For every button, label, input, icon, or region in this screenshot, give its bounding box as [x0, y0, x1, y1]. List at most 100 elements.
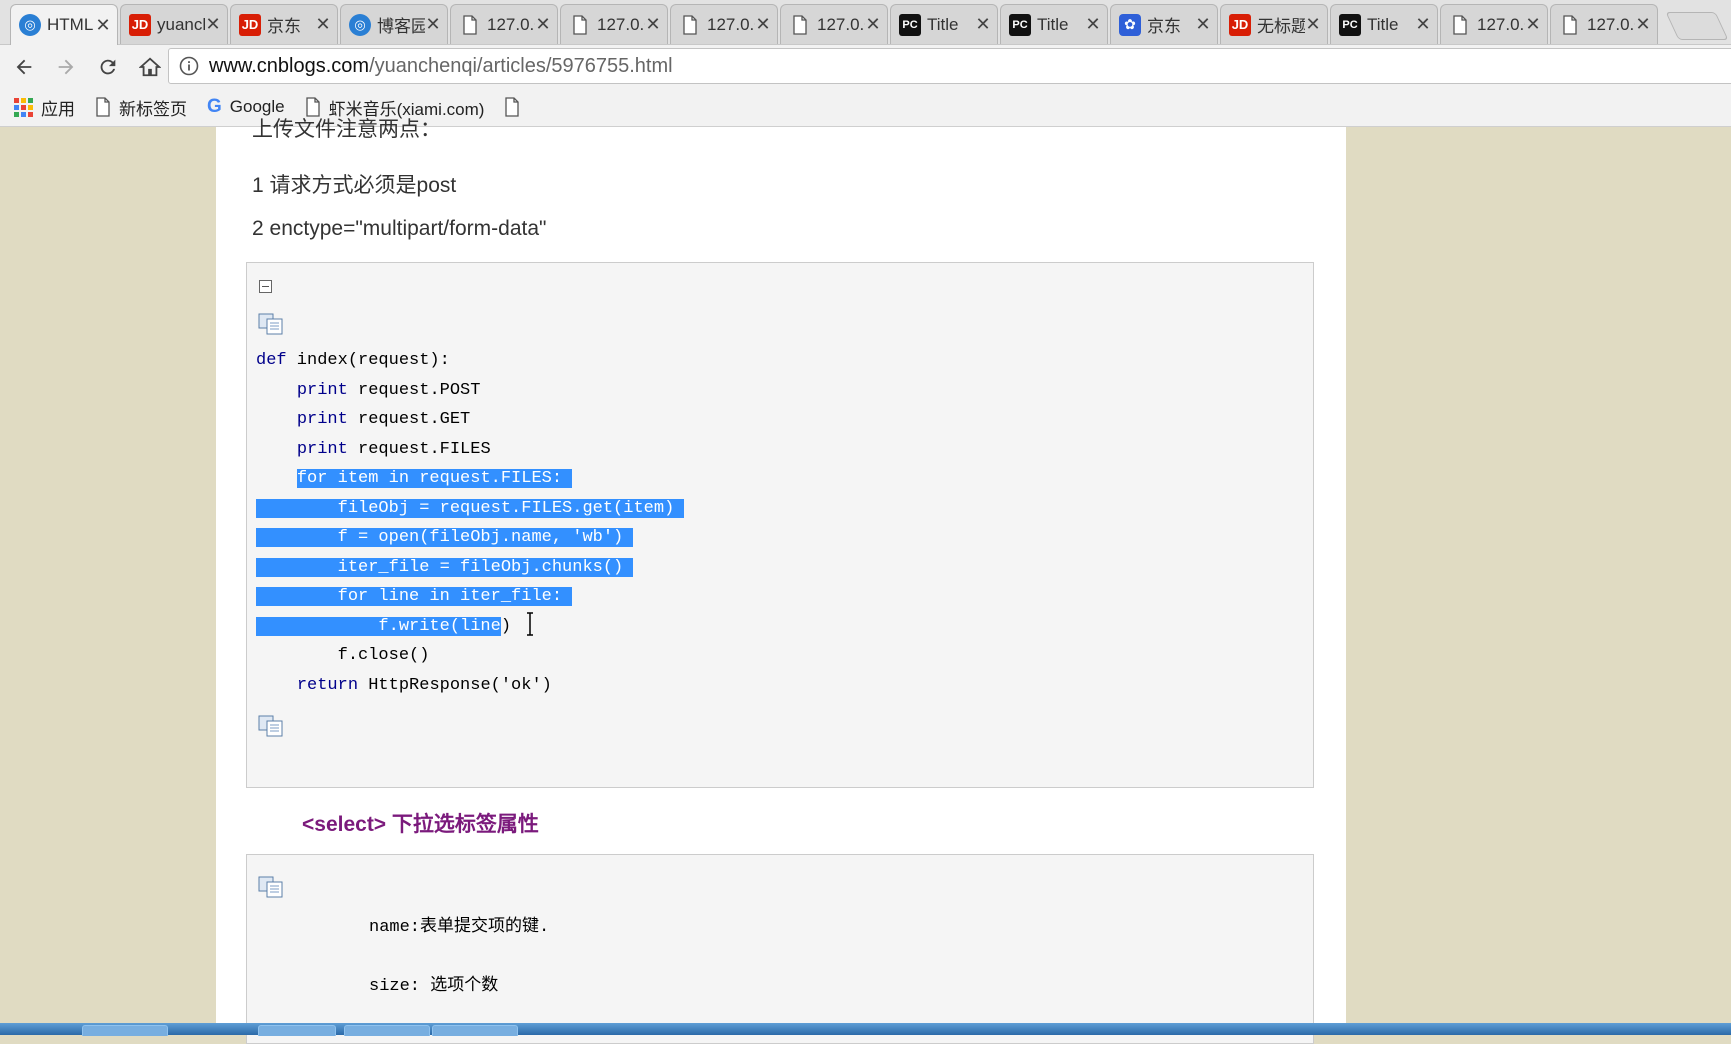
home-button[interactable]: [132, 49, 168, 85]
copy-code-icon[interactable]: [258, 715, 284, 737]
code-line: fileObj = request.FILES.get(item): [256, 494, 685, 524]
code-line: print request.POST: [256, 376, 684, 406]
code-block: def index(request): print request.POST p…: [246, 262, 1314, 788]
close-tab-icon[interactable]: ✕: [755, 14, 771, 35]
document-icon: [459, 14, 481, 36]
close-tab-icon[interactable]: ✕: [1415, 14, 1431, 35]
back-button[interactable]: [6, 49, 42, 85]
jd-icon: JD: [129, 13, 151, 36]
tab-13[interactable]: 127.0.0.1✕: [1440, 4, 1548, 44]
bookmark-newtab[interactable]: 新标签页: [95, 95, 187, 120]
tab-label: 博客园: [377, 17, 425, 36]
tab-11[interactable]: JD 无标题 ✕: [1220, 4, 1328, 44]
collapse-icon[interactable]: [259, 280, 272, 293]
tab-label: Title: [927, 14, 959, 34]
code-line-text: for item in request.FILES:: [256, 469, 573, 488]
tab-1[interactable]: JD yuanchenqi✕: [120, 4, 228, 44]
tab-10[interactable]: ✿ 京东 ✕: [1110, 4, 1218, 44]
close-tab-icon[interactable]: ✕: [1305, 14, 1321, 35]
tab-label: 127.0.0.1: [597, 14, 645, 34]
tab-label: 127.0.0.1: [487, 14, 535, 34]
tab-5[interactable]: 127.0.0.1✕: [560, 4, 668, 44]
forward-button[interactable]: [48, 49, 84, 85]
close-tab-icon[interactable]: ✕: [1635, 14, 1651, 35]
code-line: iter_file = fileObj.chunks(): [256, 553, 684, 583]
document-icon: [789, 14, 811, 36]
document-icon: [505, 97, 520, 117]
cnblogs-icon: ◎: [349, 13, 371, 36]
tab-label: 京东: [1147, 17, 1181, 36]
url-path: /yuanchenqi/articles/5976755.html: [369, 54, 673, 77]
select-heading: <select> 下拉选标签属性: [302, 813, 539, 836]
document-icon: [1559, 14, 1581, 36]
close-tab-icon[interactable]: ✕: [1525, 14, 1541, 35]
code-listing[interactable]: def index(request): print request.POST p…: [256, 346, 685, 701]
taskbar-button[interactable]: [344, 1025, 430, 1036]
keyword: return: [296, 675, 359, 695]
tab-3[interactable]: ◎ 博客园 ✕: [340, 4, 448, 44]
close-tab-icon[interactable]: ✕: [425, 14, 441, 35]
attr-size: size: 选项个数: [369, 977, 499, 996]
info-icon[interactable]: [179, 56, 199, 76]
code-line: for item in request.FILES:: [256, 464, 684, 494]
upload-point-2: 2 enctype="multipart/form-data": [252, 217, 547, 240]
code-line-text: iter_file = fileObj.chunks(): [256, 557, 634, 577]
bookmark-other[interactable]: [504, 97, 528, 117]
tab-label: 京东: [267, 17, 301, 36]
taskbar-button[interactable]: [432, 1025, 518, 1036]
copy-code-icon[interactable]: [258, 313, 284, 335]
tab-strip: ◎HTML✕JDyuanchenqi✕JD京东✕◎博客园✕127.0.0.1✕1…: [0, 0, 1731, 45]
cut-off-text: 上传文件注意两点：: [252, 118, 441, 141]
reload-icon: [100, 59, 116, 74]
code-line: print request.GET: [256, 405, 684, 435]
close-tab-icon[interactable]: ✕: [315, 14, 331, 35]
os-taskbar: [0, 1023, 1731, 1036]
close-tab-icon[interactable]: ✕: [205, 14, 221, 35]
selected-text: f.write(line: [256, 616, 501, 636]
upload-point-1: 1 请求方式必须是post: [252, 174, 457, 197]
tab-label: 127.0.0.1: [817, 14, 865, 34]
bookmark-apps[interactable]: 应用: [14, 95, 75, 120]
code-line: f = open(fileObj.name, 'wb'): [256, 523, 684, 553]
tab-9[interactable]: PC Title ✕: [1000, 4, 1108, 44]
keyword: def: [256, 351, 287, 370]
code-line-text: print request.FILES: [296, 439, 491, 459]
tab-14[interactable]: 127.0.0.1✕: [1550, 4, 1658, 44]
close-tab-icon[interactable]: ✕: [975, 14, 991, 35]
apps-grid-icon: [14, 97, 33, 117]
tab-label: HTML: [47, 15, 94, 34]
keyword: print: [296, 439, 348, 459]
close-tab-icon[interactable]: ✕: [1085, 14, 1101, 35]
tab-4[interactable]: 127.0.0.1✕: [450, 4, 558, 44]
reload-button[interactable]: [90, 49, 126, 85]
forward-arrow-icon: [58, 59, 74, 74]
code-line-text: f.close(): [256, 646, 430, 665]
code-line: return HttpResponse('ok'): [256, 671, 684, 701]
address-bar[interactable]: www.cnblogs.com/yuanchenqi/articles/5976…: [168, 48, 1731, 84]
taskbar-button[interactable]: [258, 1025, 336, 1036]
close-tab-icon[interactable]: ✕: [865, 14, 881, 35]
new-tab-button[interactable]: [1665, 12, 1729, 40]
close-tab-icon[interactable]: ✕: [95, 15, 111, 36]
browser-toolbar: www.cnblogs.com/yuanchenqi/articles/5976…: [0, 45, 1731, 88]
jd-icon: JD: [1229, 13, 1251, 36]
close-tab-icon[interactable]: ✕: [535, 14, 551, 35]
tab-0[interactable]: ◎ HTML ✕: [10, 4, 118, 45]
tab-6[interactable]: 127.0.0.1✕: [670, 4, 778, 44]
baidu-icon: ✿: [1119, 13, 1141, 36]
copy-code-icon[interactable]: [258, 876, 284, 898]
tab-label: 127.0.0.1: [1587, 14, 1635, 34]
tab-label: Title: [1367, 14, 1399, 34]
document-icon: [96, 97, 110, 117]
tab-2[interactable]: JD 京东 ✕: [230, 4, 338, 44]
taskbar-button[interactable]: [82, 1025, 168, 1036]
close-tab-icon[interactable]: ✕: [1195, 14, 1211, 35]
document-icon: [569, 14, 591, 36]
select-attrs-block: name:表单提交项的键. size: 选项个数: [246, 854, 1314, 1044]
code-line-text: def index(request):: [256, 351, 450, 370]
tab-8[interactable]: PC Title ✕: [890, 4, 998, 44]
tab-label: Title: [1037, 14, 1069, 34]
tab-12[interactable]: PC Title ✕: [1330, 4, 1438, 44]
close-tab-icon[interactable]: ✕: [645, 14, 661, 35]
tab-7[interactable]: 127.0.0.1✕: [780, 4, 888, 44]
